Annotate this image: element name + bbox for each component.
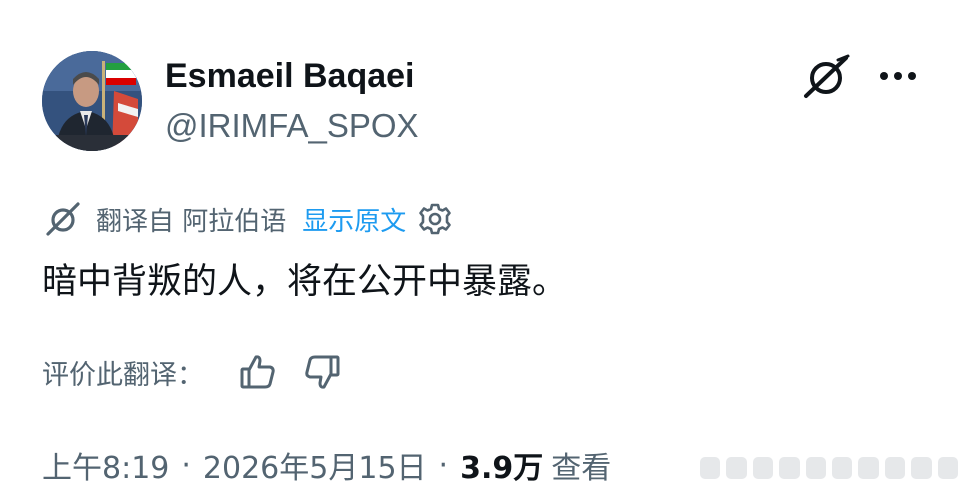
tweet-metadata: 上午8:19 · 2026年5月15日 · 3.9万 查看 [42, 440, 611, 490]
show-original-link[interactable]: 显示原文 [302, 201, 406, 238]
thumbs-up-icon[interactable] [238, 352, 278, 392]
more-options-button[interactable] [872, 58, 924, 98]
translation-source-label: 翻译自 阿拉伯语 [96, 206, 287, 237]
tweet-time[interactable]: 上午8:19 [42, 443, 169, 487]
translation-rating: 评价此翻译： [42, 348, 366, 396]
grok-icon [804, 54, 850, 98]
meta-separator: · [438, 447, 449, 483]
rating-label: 评价此翻译： [42, 359, 204, 391]
tweet-text: 暗中背叛的人，将在公开中暴露。 [42, 262, 568, 302]
author-name[interactable]: Esmaeil Baqaei [165, 56, 414, 96]
thumbs-down-icon[interactable] [302, 352, 342, 392]
meta-separator: · [181, 447, 191, 483]
translation-notice: 翻译自 阿拉伯语 显示原文 [44, 196, 452, 242]
avatar-photo [42, 51, 142, 151]
grok-button[interactable] [800, 52, 852, 104]
grok-translate-icon [46, 202, 80, 236]
views-count: 3.9万 [460, 451, 544, 486]
views-label: 查看 [551, 451, 612, 486]
avatar[interactable] [42, 51, 142, 151]
more-options-icon [880, 72, 916, 80]
watermark [700, 450, 959, 486]
author-handle[interactable]: @IRIMFA_SPOX [165, 106, 419, 146]
gear-icon[interactable] [418, 202, 452, 236]
tweet-date[interactable]: 2026年5月15日 [203, 443, 427, 487]
